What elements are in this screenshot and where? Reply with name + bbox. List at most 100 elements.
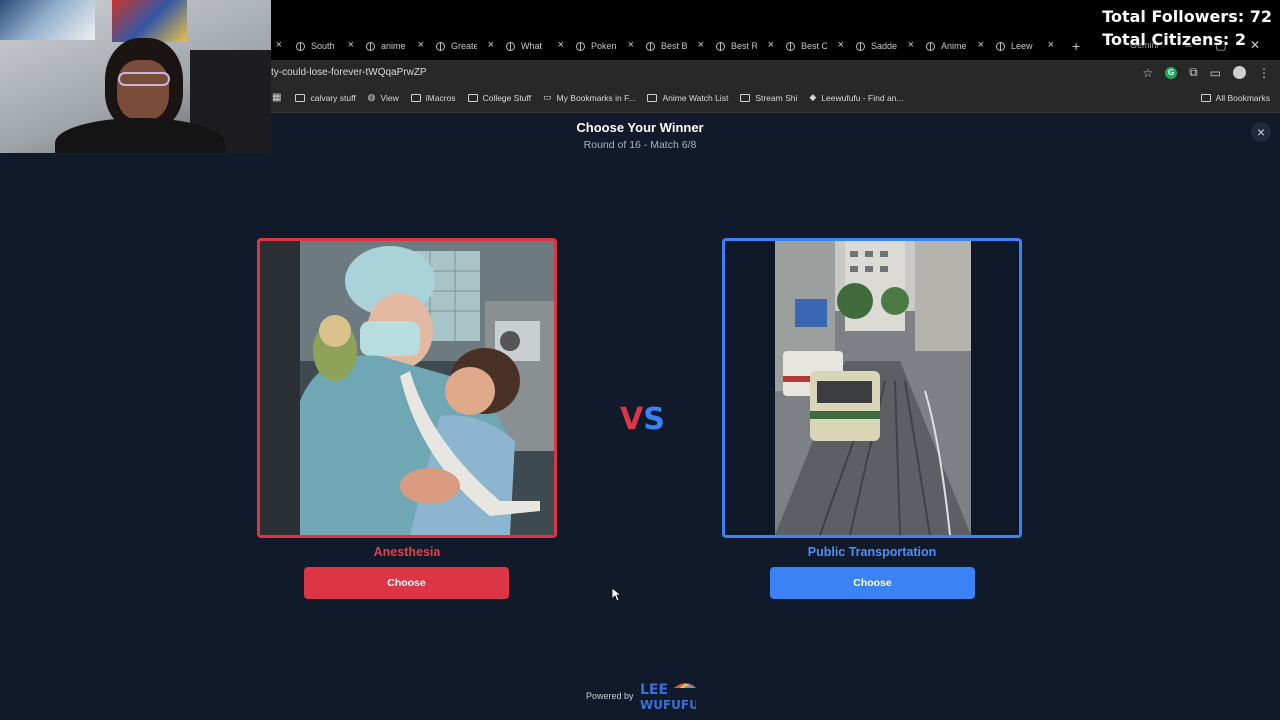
tab-label: Sadde: [871, 41, 897, 51]
close-tab-icon[interactable]: ×: [978, 39, 984, 51]
grammarly-icon[interactable]: G: [1165, 66, 1178, 79]
versus-label: VS: [620, 402, 665, 437]
close-tab-icon[interactable]: ×: [488, 39, 494, 51]
bookmark-list: ▦ calvary stuff ◍ View iMacros College Stuff…: [272, 92, 916, 103]
globe-icon: [296, 41, 305, 51]
folder-icon: [647, 93, 658, 102]
close-tab-icon[interactable]: ×: [1048, 39, 1054, 51]
bookmark-label: Anime Watch List: [662, 92, 729, 103]
bookmark-item[interactable]: Stream Shi: [740, 93, 797, 103]
extensions-icon[interactable]: ⧉: [1189, 65, 1198, 80]
close-tab-icon[interactable]: ×: [838, 39, 844, 51]
folder-icon: [467, 93, 478, 102]
globe-icon: ◍: [367, 92, 376, 102]
right-option-name: Public Transportation: [807, 545, 937, 559]
logo-line-1: LEE: [640, 682, 668, 698]
close-tab-icon[interactable]: ×: [418, 39, 424, 51]
streamer-face: [117, 60, 169, 120]
total-citizens: Total Citizens: 2: [1102, 30, 1247, 49]
page-title: Choose Your Winner: [576, 120, 704, 135]
globe-icon: [996, 41, 1005, 51]
tab-label: What: [521, 41, 543, 51]
versus-v: V: [620, 402, 644, 437]
close-tab-icon[interactable]: ×: [698, 39, 704, 51]
folder-icon: [1200, 94, 1211, 102]
anesthesia-photo: [260, 241, 554, 535]
globe-icon: [856, 41, 865, 51]
address-bar[interactable]: ty-could-lose-forever-tWQqaPrwZP: [271, 67, 427, 78]
browser-tab[interactable]: Leew ×: [996, 37, 1066, 55]
match-header: Choose Your Winner Round of 16 - Match 6…: [0, 120, 1280, 151]
bookmark-item[interactable]: College Stuff: [467, 92, 532, 103]
bookmark-label: Leewufufu - Find an...: [821, 92, 904, 103]
all-bookmarks-label: All Bookmarks: [1215, 93, 1270, 103]
bookmark-label: Stream Shi: [755, 92, 798, 103]
close-tab-icon[interactable]: ×: [908, 39, 914, 51]
tab-label: Best R: [731, 41, 757, 51]
browser-tab[interactable]: ×: [271, 37, 296, 55]
bookmark-item[interactable]: Anime Watch List: [647, 93, 728, 103]
tab-label: Leew: [1011, 41, 1033, 51]
bookmark-item[interactable]: ◍ View: [368, 92, 399, 103]
left-option-name: Anesthesia: [373, 545, 441, 559]
browser-tab[interactable]: South ×: [296, 37, 366, 55]
side-panel-icon[interactable]: ▭: [1210, 66, 1221, 80]
browser-tab[interactable]: Poken ×: [576, 37, 646, 55]
globe-icon: [716, 41, 725, 51]
bookmark-item[interactable]: ◆ Leewufufu - Find an...: [809, 92, 903, 103]
folder-icon: [410, 93, 421, 102]
tab-label: Poken: [591, 41, 617, 51]
right-option-card[interactable]: [722, 238, 1022, 538]
bookmark-star-icon[interactable]: ☆: [1142, 66, 1153, 80]
tab-list: × South × anime × Greate × What × Poken × Best B × Be…: [271, 37, 1081, 55]
public-transportation-photo: [725, 241, 1019, 535]
globe-icon: [436, 41, 445, 51]
tab-label: Best B: [661, 41, 687, 51]
profile-avatar[interactable]: [1233, 66, 1246, 79]
choose-left-button[interactable]: Choose: [304, 567, 509, 599]
bookmark-label: iMacros: [425, 92, 456, 103]
mouse-cursor-icon: [612, 588, 622, 602]
menu-icon[interactable]: ⋮: [1258, 66, 1270, 80]
close-tab-icon[interactable]: ×: [768, 39, 774, 51]
bookmark-item[interactable]: iMacros: [410, 92, 456, 103]
browser-tab[interactable]: Best R ×: [716, 37, 786, 55]
stream-stats-overlay: Total Followers: 72 Total Citizens: 2: [1102, 5, 1272, 51]
apps-grid-icon[interactable]: ▦: [272, 92, 281, 103]
browser-tab[interactable]: Best C ×: [786, 37, 856, 55]
globe-icon: [366, 41, 375, 51]
close-tab-icon[interactable]: ×: [348, 39, 354, 51]
tab-label: Anime: [941, 41, 967, 51]
leewufufu-logo[interactable]: LEE WUFUFU: [640, 680, 696, 712]
logo-line-2: WUFUFU: [640, 698, 696, 712]
browser-tab[interactable]: anime ×: [366, 37, 436, 55]
folder-icon: [740, 93, 751, 102]
browser-tab[interactable]: Anime ×: [926, 37, 996, 55]
bookmark-label: My Bookmarks in F...: [556, 92, 636, 103]
browser-tab[interactable]: Best B ×: [646, 37, 716, 55]
left-option-card[interactable]: [257, 238, 557, 538]
choose-right-button[interactable]: Choose: [770, 567, 975, 599]
globe-icon: [786, 41, 795, 51]
browser-tab[interactable]: Greate ×: [436, 37, 506, 55]
tab-label: South: [311, 41, 335, 51]
globe-icon: [576, 41, 585, 51]
browser-tab[interactable]: Sadde ×: [856, 37, 926, 55]
new-tab-button[interactable]: +: [1072, 38, 1080, 54]
bookmark-item[interactable]: calvary stuff: [295, 93, 356, 103]
tab-label: Best C: [801, 41, 827, 51]
tab-label: Greate: [451, 41, 477, 51]
close-button[interactable]: ×: [1251, 122, 1271, 142]
browser-tab[interactable]: What ×: [506, 37, 576, 55]
bookmark-label: College Stuff: [482, 92, 532, 103]
close-tab-icon[interactable]: ×: [558, 39, 564, 51]
powered-by-text: Powered by: [586, 691, 634, 701]
tab-label: anime: [381, 41, 406, 51]
bookmark-item[interactable]: ▭ My Bookmarks in F...: [543, 92, 635, 103]
all-bookmarks[interactable]: All Bookmarks: [1200, 93, 1270, 103]
close-tab-icon[interactable]: ×: [628, 39, 634, 51]
film-icon: ▭: [543, 92, 552, 102]
close-tab-icon[interactable]: ×: [276, 39, 282, 51]
globe-icon: [506, 41, 515, 51]
versus-s: S: [643, 402, 665, 437]
